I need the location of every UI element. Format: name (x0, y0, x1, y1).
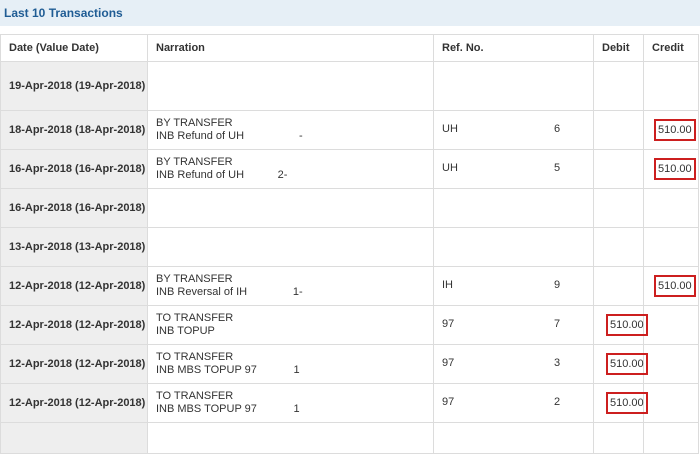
narration-line-1: BY TRANSFER (156, 117, 233, 129)
ref-prefix: UH (442, 162, 458, 174)
column-header-credit: Credit (643, 34, 699, 62)
credit-amount-highlighted: 510.00 (654, 119, 696, 141)
row-debit: 510.00 (593, 383, 648, 423)
ref-prefix: UH (442, 123, 458, 135)
row-credit (643, 188, 699, 228)
panel-header: Last 10 Transactions (0, 0, 700, 26)
row-ref: UH 5 (433, 149, 594, 189)
row-date: 13-Apr-2018 (13-Apr-2018) (0, 227, 148, 267)
narration-line-2: INB Refund of UH 2- (156, 169, 288, 181)
row-narration (147, 422, 434, 454)
row-debit (593, 110, 644, 150)
table-row: 16-Apr-2018 (16-Apr-2018) (0, 188, 699, 228)
narration-line-2: INB TOPUP (156, 325, 215, 337)
row-ref (433, 227, 594, 267)
row-date: 12-Apr-2018 (12-Apr-2018) (0, 383, 148, 423)
panel-title: Last 10 Transactions (4, 6, 123, 20)
narration-line-1: BY TRANSFER (156, 273, 233, 285)
row-credit (643, 227, 699, 267)
ref-prefix: 97 (442, 396, 455, 408)
narration-line-1: BY TRANSFER (156, 156, 233, 168)
row-date: 16-Apr-2018 (16-Apr-2018) (0, 188, 148, 228)
row-narration: TO TRANSFER INB TOPUP (147, 305, 434, 345)
row-credit (643, 344, 699, 384)
row-narration: BY TRANSFER INB Refund of UH 2- (147, 149, 434, 189)
narration-line-1: TO TRANSFER (156, 390, 234, 402)
row-credit (643, 383, 699, 423)
table-row: 12-Apr-2018 (12-Apr-2018) TO TRANSFER IN… (0, 305, 699, 345)
ref-suffix: 2 (554, 396, 561, 408)
credit-amount-highlighted: 510.00 (654, 158, 696, 180)
row-ref (433, 61, 594, 111)
row-narration (147, 61, 434, 111)
row-debit (593, 188, 644, 228)
row-credit (643, 61, 699, 111)
column-header-ref: Ref. No. (433, 34, 594, 62)
ref-prefix: 97 (442, 357, 455, 369)
debit-amount-highlighted: 510.00 (606, 392, 648, 414)
row-debit (593, 422, 644, 454)
narration-line-2: INB MBS TOPUP 97 1 (156, 364, 300, 376)
row-ref: 97 2 (433, 383, 594, 423)
column-header-debit: Debit (593, 34, 644, 62)
table-row: 13-Apr-2018 (13-Apr-2018) (0, 227, 699, 267)
ref-suffix: 3 (554, 357, 561, 369)
row-narration: TO TRANSFER INB MBS TOPUP 97 1 (147, 383, 434, 423)
row-credit: 510.00 (643, 266, 699, 306)
row-date: 18-Apr-2018 (18-Apr-2018) (0, 110, 148, 150)
ref-suffix: 7 (554, 318, 561, 330)
narration-line-2: INB Refund of UH - (156, 130, 303, 142)
table-row: 16-Apr-2018 (16-Apr-2018) BY TRANSFER IN… (0, 149, 699, 189)
table-row: 19-Apr-2018 (19-Apr-2018) (0, 61, 699, 111)
debit-amount-highlighted: 510.00 (606, 314, 648, 336)
table-row: 12-Apr-2018 (12-Apr-2018) TO TRANSFER IN… (0, 383, 699, 423)
column-header-date: Date (Value Date) (0, 34, 148, 62)
table-row: 12-Apr-2018 (12-Apr-2018) BY TRANSFER IN… (0, 266, 699, 306)
row-debit: 510.00 (593, 344, 648, 384)
column-header-narration: Narration (147, 34, 434, 62)
row-ref (433, 188, 594, 228)
row-debit (593, 266, 644, 306)
row-debit (593, 227, 644, 267)
row-narration (147, 188, 434, 228)
row-ref (433, 422, 594, 454)
row-debit (593, 61, 644, 111)
row-date: 16-Apr-2018 (16-Apr-2018) (0, 149, 148, 189)
ref-suffix: 5 (554, 162, 561, 174)
table-header-row: Date (Value Date) Narration Ref. No. Deb… (0, 34, 699, 62)
row-ref: IH 9 (433, 266, 594, 306)
row-date: 12-Apr-2018 (12-Apr-2018) (0, 266, 148, 306)
row-date (0, 422, 148, 454)
narration-line-1: TO TRANSFER (156, 351, 234, 363)
ref-prefix: 97 (442, 318, 455, 330)
row-narration (147, 227, 434, 267)
transactions-table: Date (Value Date) Narration Ref. No. Deb… (0, 34, 699, 454)
row-debit (593, 149, 644, 189)
row-date: 19-Apr-2018 (19-Apr-2018) (0, 61, 148, 111)
row-credit: 510.00 (643, 110, 699, 150)
row-credit: 510.00 (643, 149, 699, 189)
ref-suffix: 9 (554, 279, 561, 291)
row-date: 12-Apr-2018 (12-Apr-2018) (0, 344, 148, 384)
debit-amount-highlighted: 510.00 (606, 353, 648, 375)
row-narration: BY TRANSFER INB Refund of UH - (147, 110, 434, 150)
row-date: 12-Apr-2018 (12-Apr-2018) (0, 305, 148, 345)
table-row: 18-Apr-2018 (18-Apr-2018) BY TRANSFER IN… (0, 110, 699, 150)
credit-amount-highlighted: 510.00 (654, 275, 696, 297)
row-ref: UH 6 (433, 110, 594, 150)
narration-line-2: INB Reversal of IH 1- (156, 286, 303, 298)
row-ref: 97 3 (433, 344, 594, 384)
row-narration: BY TRANSFER INB Reversal of IH 1- (147, 266, 434, 306)
row-ref: 97 7 (433, 305, 594, 345)
narration-line-1: TO TRANSFER (156, 312, 234, 324)
ref-suffix: 6 (554, 123, 561, 135)
row-credit (643, 305, 699, 345)
row-narration: TO TRANSFER INB MBS TOPUP 97 1 (147, 344, 434, 384)
table-row: 12-Apr-2018 (12-Apr-2018) TO TRANSFER IN… (0, 344, 699, 384)
table-row-partial (0, 422, 699, 454)
ref-prefix: IH (442, 279, 453, 291)
row-debit: 510.00 (593, 305, 648, 345)
row-credit (643, 422, 699, 454)
narration-line-2: INB MBS TOPUP 97 1 (156, 403, 300, 415)
